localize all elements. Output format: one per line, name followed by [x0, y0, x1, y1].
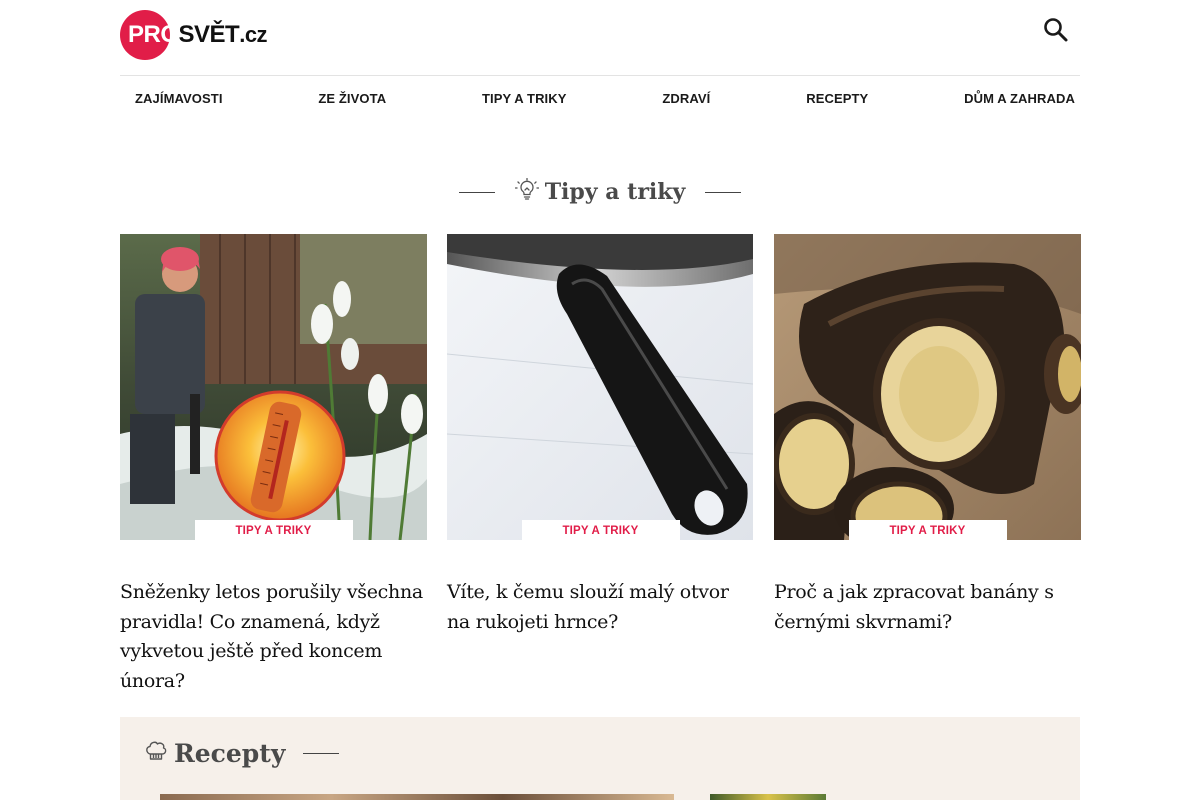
nav-item-zajimavosti[interactable]: ZAJÍMAVOSTI	[135, 91, 223, 106]
nav-item-dum-a-zahrada[interactable]: DŮM A ZAHRADA	[964, 91, 1075, 106]
main-nav: ZAJÍMAVOSTI ZE ŽIVOTA TIPY A TRIKY ZDRAV…	[120, 76, 1080, 120]
nav-item-ze-zivota[interactable]: ZE ŽIVOTA	[318, 91, 386, 106]
card-title[interactable]: Sněženky letos porušily všechna pravidla…	[120, 578, 427, 696]
black-bananas-image[interactable]: TIPY A TRIKY	[774, 234, 1081, 540]
recepty-divider	[303, 753, 340, 754]
site-header: PRO SVĚT .cz	[120, 0, 1080, 76]
nav-item-recepty[interactable]: RECEPTY	[806, 91, 868, 106]
article-cards: TIPY A TRIKY Sněženky letos porušily vše…	[120, 234, 1081, 696]
recepty-heading: Recepty	[144, 739, 340, 768]
heading-divider-left	[458, 191, 495, 193]
card-title[interactable]: Víte, k čemu slouží malý otvor na rukoje…	[447, 578, 754, 637]
section-title: Tipy a triky	[544, 179, 686, 205]
snowdrops-thermometer-image[interactable]: TIPY A TRIKY	[120, 234, 427, 540]
heading-title-wrap: Tipy a triky	[509, 177, 692, 207]
logo-svet: SVĚT	[178, 21, 240, 48]
recipe-featured-image[interactable]	[160, 794, 674, 800]
site-logo[interactable]: PRO SVĚT .cz	[120, 10, 268, 60]
heading-divider-right	[705, 191, 742, 193]
nav-item-zdravi[interactable]: ZDRAVÍ	[662, 91, 710, 106]
nav-item-tipy-a-triky[interactable]: TIPY A TRIKY	[482, 91, 567, 106]
card-title[interactable]: Proč a jak zpracovat banány s černými sk…	[774, 578, 1081, 637]
logo-text: PRO SVĚT .cz	[120, 10, 268, 60]
card-category-badge[interactable]: TIPY A TRIKY	[521, 520, 680, 540]
card-category-badge[interactable]: TIPY A TRIKY	[194, 520, 353, 540]
recipe-thumbnail-image[interactable]	[710, 794, 826, 800]
lightbulb-icon	[514, 177, 539, 207]
article-card[interactable]: TIPY A TRIKY Víte, k čemu slouží malý ot…	[447, 234, 754, 696]
article-card[interactable]: TIPY A TRIKY Sněženky letos porušily vše…	[120, 234, 427, 696]
logo-pro: PRO	[128, 21, 179, 48]
search-icon[interactable]	[1042, 16, 1070, 44]
logo-cz: .cz	[239, 22, 268, 47]
chef-hat-icon	[144, 739, 168, 768]
article-card[interactable]: TIPY A TRIKY Proč a jak zpracovat banány…	[774, 234, 1081, 696]
recepty-title: Recepty	[174, 739, 286, 768]
card-category-badge[interactable]: TIPY A TRIKY	[848, 520, 1007, 540]
section-heading: Tipy a triky	[0, 172, 1200, 212]
pot-handle-image[interactable]: TIPY A TRIKY	[447, 234, 754, 540]
recepty-section: Recepty	[120, 717, 1080, 800]
